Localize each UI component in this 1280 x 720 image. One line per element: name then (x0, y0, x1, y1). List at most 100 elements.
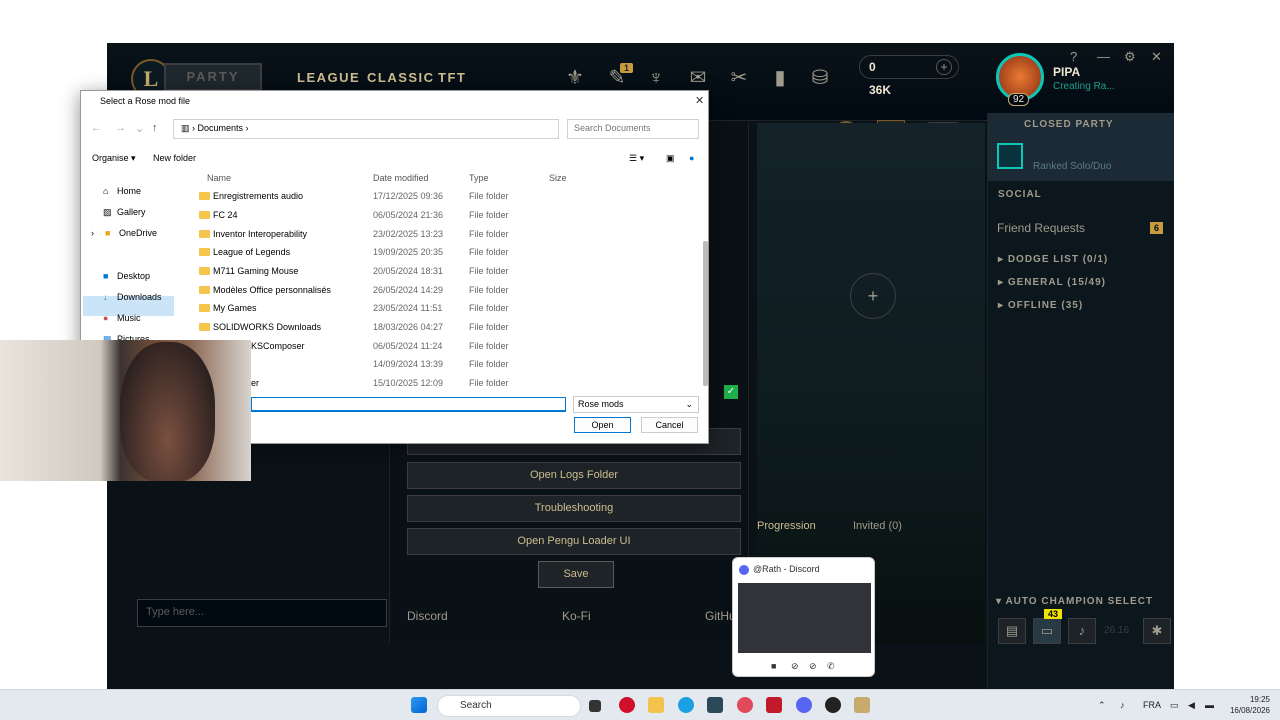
auto-champion-select[interactable]: ▾ AUTO CHAMPION SELECT (996, 596, 1153, 607)
clock[interactable]: 19:25 16/08/2026 (1226, 694, 1270, 716)
nav-downloads[interactable]: ↓ Downloads (103, 288, 178, 306)
file-type-select[interactable]: Rose mods ⌄ (573, 396, 699, 413)
group-offline[interactable]: ▸ OFFLINE (35) (998, 300, 1083, 311)
app-icon-2[interactable] (825, 697, 841, 713)
opera-icon[interactable] (619, 697, 635, 713)
file-row[interactable]: Inventor Interoperability 23/02/2025 13:2… (197, 225, 687, 244)
column-size[interactable]: Size (549, 173, 567, 183)
app-icon[interactable] (766, 697, 782, 713)
nav-desktop[interactable]: ■ Desktop (103, 267, 178, 285)
discord-thumbnail-preview[interactable]: @Rath - Discord ■ ⊘ ⊘ ✆ (732, 557, 875, 677)
forward-icon[interactable]: → (115, 122, 126, 134)
new-folder-button[interactable]: New folder (153, 153, 196, 163)
volume-icon[interactable]: ◀ (1188, 700, 1195, 711)
league-client-taskbar-icon[interactable] (707, 697, 723, 713)
open-pengu-loader-button[interactable]: Open Pengu Loader UI (407, 528, 741, 555)
group-general[interactable]: ▸ GENERAL (15/49) (998, 277, 1106, 288)
deafen-icon[interactable]: ⊘ (809, 661, 817, 672)
back-icon[interactable]: ← (91, 122, 102, 134)
discord-taskbar-icon[interactable] (796, 697, 812, 713)
mode-league[interactable]: LEAGUE (297, 70, 360, 85)
discord-link[interactable]: Discord (407, 609, 448, 623)
minimize-icon[interactable]: — (1097, 49, 1110, 64)
network-icon[interactable]: ▭ (1170, 700, 1179, 711)
breadcrumb[interactable]: Documents (198, 123, 244, 133)
file-row[interactable]: My Games 23/05/2024 11:51 File folder (197, 299, 687, 318)
column-date[interactable]: Date modified (373, 173, 429, 183)
column-type[interactable]: Type (469, 173, 489, 183)
file-explorer-icon[interactable] (648, 697, 664, 713)
dialog-close-icon[interactable]: ✕ (695, 94, 704, 107)
nav-home[interactable]: ⌂ Home (103, 182, 178, 200)
file-row[interactable]: League of Legends 19/09/2025 20:35 File fo… (197, 243, 687, 262)
hangup-icon[interactable]: ✆ (827, 661, 835, 672)
riot-client-icon[interactable] (854, 697, 870, 713)
closed-party-card[interactable]: CLOSED PARTY Ranked Solo/Duo (988, 113, 1174, 181)
tab-invited[interactable]: Invited (0) (853, 520, 902, 532)
file-row[interactable]: SOLIDWORKS Downloads 18/03/2026 04:27 File… (197, 318, 687, 337)
save-button[interactable]: Save (538, 561, 614, 588)
troubleshooting-button[interactable]: Troubleshooting (407, 495, 741, 522)
voice-icon[interactable]: ♪ (1068, 618, 1096, 644)
mic-icon[interactable]: ♪ (1120, 700, 1125, 710)
file-list-scrollbar[interactable] (703, 241, 708, 386)
chat-icon[interactable]: ▤ (998, 618, 1026, 644)
edge-icon[interactable] (678, 697, 694, 713)
column-name[interactable]: Name (207, 173, 231, 183)
buy-rp-button[interactable]: + (936, 59, 952, 75)
taskbar-search[interactable]: Search (437, 695, 581, 717)
honor-icon[interactable]: ♆ (643, 65, 669, 91)
start-icon[interactable] (411, 697, 427, 713)
group-dodge-list[interactable]: ▸ DODGE LIST (0/1) (998, 254, 1108, 265)
tray-overflow-icon[interactable]: ⌃ (1098, 700, 1106, 711)
invite-slot-button[interactable]: + (850, 273, 896, 319)
collection-icon[interactable]: ▮ (767, 65, 793, 91)
settings-icon[interactable]: ⚙ (1124, 49, 1136, 65)
language-indicator[interactable]: FRA (1143, 700, 1161, 710)
view-icon[interactable]: ☰ ▾ (629, 153, 644, 164)
loot-icon[interactable]: ✂ (726, 65, 752, 91)
friend-requests[interactable]: Friend Requests (997, 221, 1085, 235)
opera-gx-icon[interactable] (737, 697, 753, 713)
bug-report-icon[interactable]: ✱ (1143, 618, 1171, 644)
open-button[interactable]: Open (574, 417, 631, 433)
kofi-link[interactable]: Ko-Fi (562, 609, 591, 623)
recent-dropdown-icon[interactable]: ⌄ (135, 122, 144, 135)
notifications-icon[interactable]: ▭ (1033, 618, 1061, 644)
mute-icon[interactable]: ⊘ (791, 661, 799, 672)
address-bar[interactable]: ▥ › Documents › (173, 119, 559, 139)
task-view-icon[interactable] (589, 700, 601, 712)
mode-classic[interactable]: CLASSIC (367, 70, 435, 85)
up-icon[interactable]: ↑ (152, 122, 158, 134)
file-row[interactable]: M711 Gaming Mouse 20/05/2024 18:31 File fo… (197, 262, 687, 281)
mode-tft[interactable]: TFT (438, 70, 466, 85)
nav-music[interactable]: ● Music (103, 309, 178, 327)
tab-progression[interactable]: Progression (757, 520, 816, 532)
file-row[interactable]: FC 24 06/05/2024 21:36 File folder (197, 206, 687, 225)
file-name-input[interactable] (251, 397, 566, 412)
file-row[interactable]: Enregistrements audio 17/12/2025 09:36 Fil… (197, 187, 687, 206)
file-row[interactable]: Modèles Office personnalisés 26/05/2024 1… (197, 281, 687, 300)
file-row[interactable]: KSComposer 06/05/2024 11:24 File folder (197, 337, 687, 356)
camera-icon[interactable]: ■ (771, 661, 776, 671)
preview-pane-icon[interactable]: ▣ (666, 153, 675, 164)
battery-icon[interactable]: ▬ (1205, 700, 1214, 710)
chat-input[interactable]: Type here... (137, 599, 387, 627)
home-icon[interactable]: ⚜ (562, 65, 588, 91)
file-row[interactable]: 14/09/2024 13:39 File folder (197, 355, 687, 374)
help-icon[interactable]: ● (689, 153, 694, 163)
file-row[interactable]: er 15/10/2025 12:09 File folder (197, 374, 687, 393)
search-input[interactable]: Search Documents (567, 119, 699, 139)
open-logs-folder-button[interactable]: Open Logs Folder (407, 462, 741, 489)
help-icon[interactable]: ? (1070, 49, 1077, 64)
close-icon[interactable]: ✕ (1151, 49, 1162, 65)
organise-button[interactable]: Organise ▾ (92, 153, 136, 164)
group-label: GENERAL (15/49) (1007, 277, 1106, 288)
cancel-button[interactable]: Cancel (641, 417, 698, 433)
nav-gallery[interactable]: ▨ Gallery (103, 203, 178, 221)
mail-icon[interactable]: ✉ (685, 65, 711, 91)
store-icon[interactable]: ⛁ (807, 65, 833, 91)
nav-onedrive[interactable]: › ■ OneDrive (91, 224, 178, 242)
party-button[interactable]: PARTY (164, 63, 262, 91)
enabled-checkbox[interactable]: ✓ (724, 385, 738, 399)
